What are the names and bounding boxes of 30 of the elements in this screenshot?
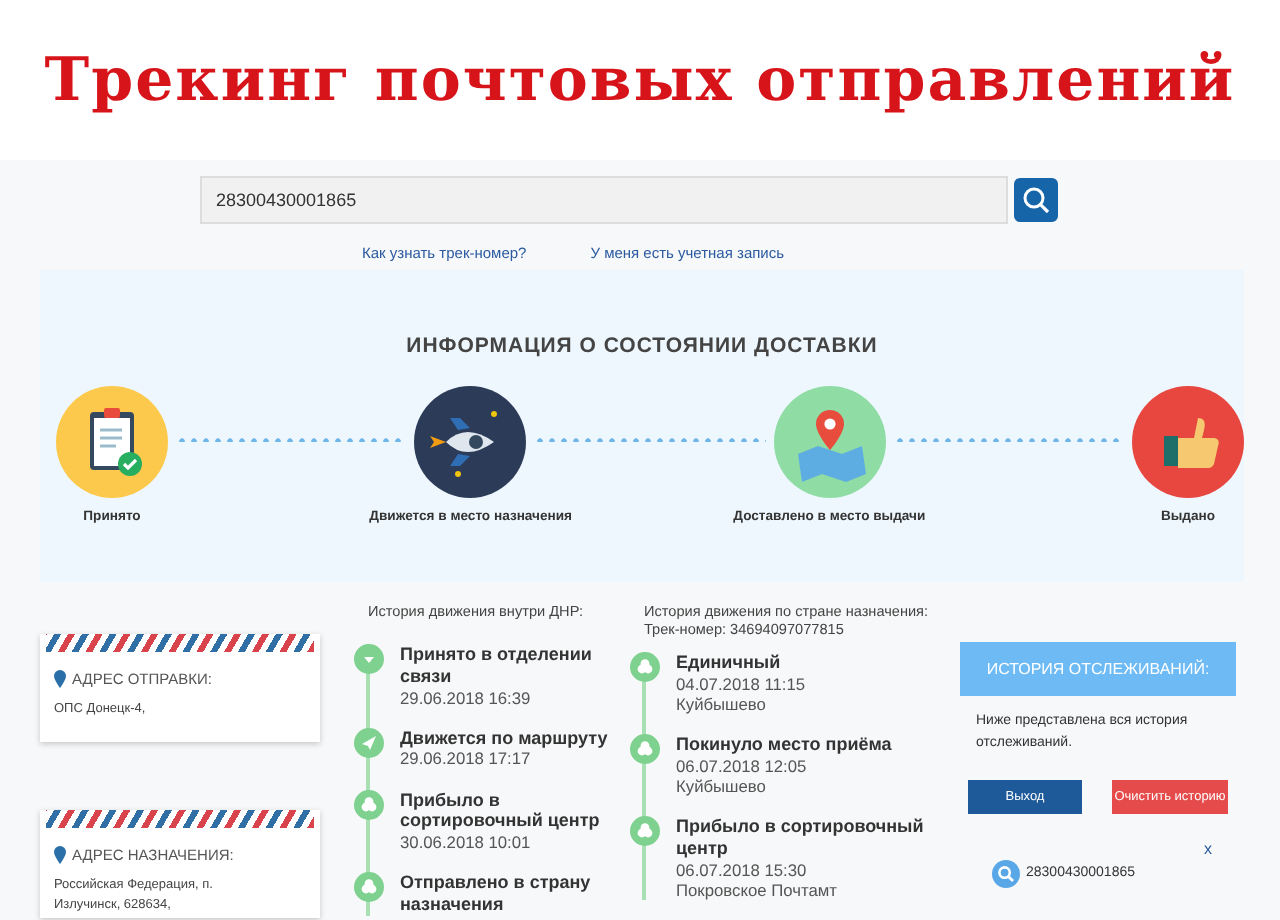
event-title: Принято в отделении связи [400, 644, 594, 688]
event-date: 29.06.2018 16:39 [400, 687, 533, 708]
search-button[interactable] [1014, 178, 1058, 222]
event-title: Прибыло в сортировочный центр [676, 815, 926, 859]
search-icon [1022, 186, 1050, 214]
close-button[interactable]: x [1204, 839, 1212, 858]
event-date: 06.07.2018 12:05 [676, 755, 809, 776]
event-place: Куйбышево [676, 775, 768, 796]
map-pin-icon [773, 386, 886, 498]
event-title: Единичный [676, 652, 783, 674]
location-pin-icon [54, 846, 66, 864]
event-title: Прибыло в сортировочный центр [400, 789, 602, 833]
event-date: 04.07.2018 11:15 [676, 673, 806, 694]
paper-plane-icon [354, 727, 384, 758]
thumbs-up-icon [1131, 386, 1244, 498]
event-place: Покровское Почтамт [676, 879, 839, 900]
event-date: 29.06.2018 17:17 [400, 748, 533, 770]
clipboard-icon [56, 386, 168, 498]
event-place: Куйбышево [676, 693, 768, 714]
search-icon [992, 859, 1020, 888]
location-pin-icon [54, 670, 66, 688]
event-date: 30.06.2018 10:01 [400, 832, 533, 853]
status-title: ИНФОРМАЦИЯ О СОСТОЯНИИ ДОСТАВКИ [404, 332, 880, 358]
history-header: ИСТОРИЯ ОТСЛЕЖИВАНИЙ: [960, 642, 1236, 696]
page-title: Трекинг почтовых отправлений [44, 45, 1236, 115]
search-field[interactable]: 28300430001865 [200, 176, 1008, 224]
event-date: 06.07.2018 15:30 [676, 859, 809, 880]
event-title: Отправлено в страну назначения [400, 872, 593, 916]
event-title: Покинуло место приёма [676, 733, 892, 756]
event-title: Движется по маршруту [400, 727, 608, 749]
